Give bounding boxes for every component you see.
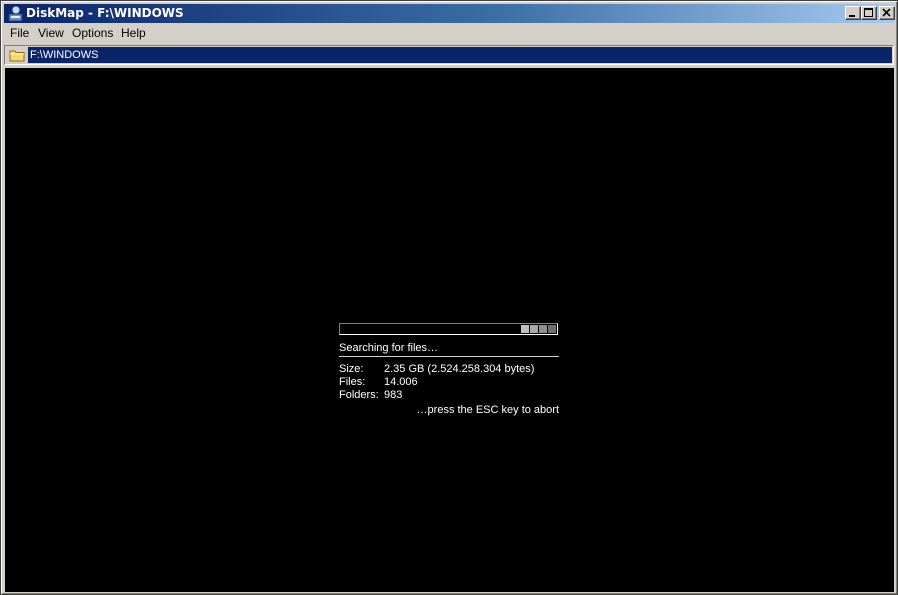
window-title: DiskMap - F:\WINDOWS (26, 6, 184, 20)
folders-value: 983 (384, 389, 403, 401)
disk-map-canvas[interactable]: Searching for files… Size: 2.35 GB (2.52… (5, 68, 894, 592)
folders-label: Folders: (339, 389, 379, 401)
menu-file[interactable]: File (10, 26, 29, 40)
progress-block (521, 325, 529, 333)
close-button[interactable] (879, 6, 895, 20)
diskmap-app-icon (8, 5, 23, 22)
maximize-button[interactable] (861, 6, 877, 20)
scan-status-text: Searching for files… (339, 342, 439, 354)
diskmap-window: DiskMap - F:\WINDOWS File View Options H… (0, 0, 898, 595)
scan-progress-bar (339, 323, 558, 335)
maximize-icon (864, 8, 873, 17)
progress-block (530, 325, 538, 333)
menu-help[interactable]: Help (121, 26, 146, 40)
path-field[interactable]: F:\WINDOWS (28, 47, 892, 63)
minimize-icon (849, 15, 855, 17)
menu-options[interactable]: Options (72, 26, 113, 40)
title-bar[interactable]: DiskMap - F:\WINDOWS (4, 4, 895, 23)
minimize-button[interactable] (845, 6, 861, 20)
progress-block (548, 325, 556, 333)
menu-view[interactable]: View (38, 26, 64, 40)
size-label: Size: (339, 363, 364, 375)
menu-bar: File View Options Help (4, 24, 894, 42)
abort-hint: …press the ESC key to abort (416, 404, 559, 416)
progress-block (539, 325, 547, 333)
folder-icon (9, 50, 25, 62)
divider (339, 356, 559, 357)
size-value: 2.35 GB (2.524.258.304 bytes) (384, 363, 535, 375)
files-label: Files: (339, 376, 366, 388)
close-icon (882, 8, 891, 17)
files-value: 14.006 (384, 376, 418, 388)
path-bar: F:\WINDOWS (4, 45, 894, 65)
scan-status-panel: Searching for files… Size: 2.35 GB (2.52… (339, 323, 559, 423)
